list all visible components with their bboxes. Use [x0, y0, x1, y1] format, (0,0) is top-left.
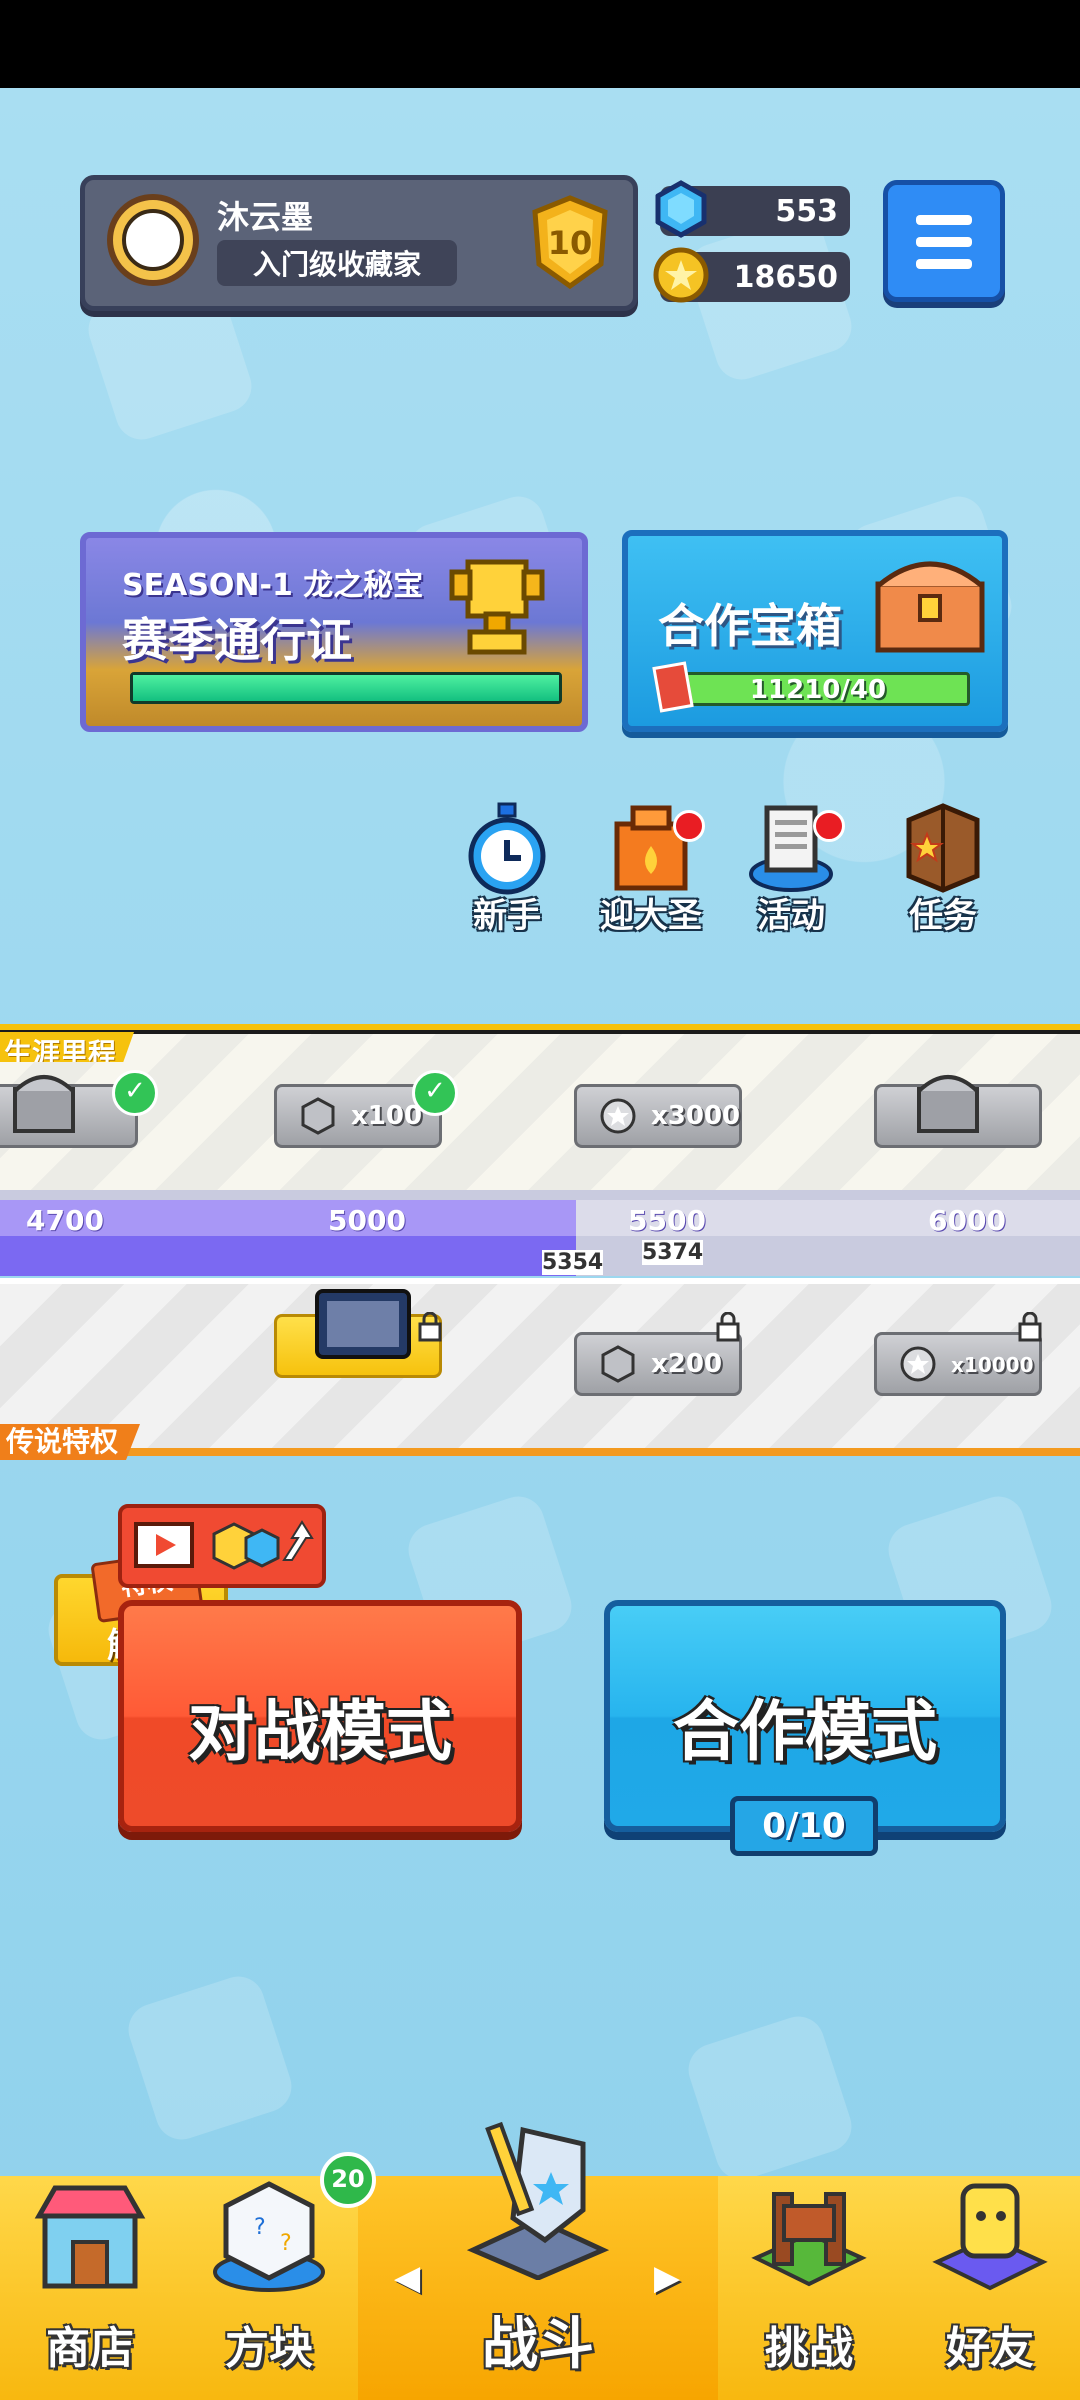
coin-count: 18650 [733, 260, 838, 295]
ad-reward-button[interactable] [118, 1504, 326, 1588]
career-label: 生涯里程 [0, 1032, 135, 1062]
coop-mode-button[interactable]: 合作模式 0/10 [604, 1600, 1006, 1856]
nav-blocks[interactable]: ? ? 方块 [180, 2176, 361, 2400]
coin-icon [600, 1098, 636, 1134]
lock-icon [418, 1312, 442, 1342]
season-label: SEASON-1 龙之秘宝 [122, 568, 424, 603]
chest-icon [875, 561, 985, 653]
card-icon [652, 661, 694, 713]
dice-block-icon: ? ? [213, 2181, 325, 2292]
scale-tick: 4700 [26, 1204, 104, 1237]
svg-text:10: 10 [548, 224, 593, 262]
career-free-rewards-row: 生涯里程 ✓ x100 ✓ x3000 [0, 1024, 1080, 1196]
status-bar [0, 0, 1080, 88]
video-ad-icon [134, 1520, 314, 1570]
friends-icon [932, 2183, 1048, 2291]
trophy-icon [449, 559, 545, 655]
scale-tick: 5000 [328, 1204, 406, 1237]
lock-icon [716, 1312, 740, 1342]
svg-text:?: ? [254, 2215, 266, 2240]
next-score: 5374 [642, 1240, 704, 1265]
nav-label: 挑战 [765, 2323, 853, 2374]
claimed-check-icon: ✓ [412, 1070, 458, 1116]
nav-label: 好友 [946, 2323, 1034, 2374]
nav-shop[interactable]: 商店 [0, 2176, 183, 2400]
coin-icon [653, 247, 709, 303]
coop-progress-text: 11210/40 [749, 675, 887, 705]
nav-label: 商店 [46, 2323, 134, 2374]
reward-amount: x200 [651, 1349, 723, 1379]
quick-icon-activity[interactable]: 活动 [736, 800, 846, 937]
player-name: 沐云墨 [217, 198, 314, 236]
board-icon [315, 1289, 411, 1359]
nav-label: 方块 [225, 2323, 313, 2374]
gem-count: 553 [775, 194, 838, 229]
avatar [107, 194, 199, 286]
nav-challenge[interactable]: 挑战 [718, 2176, 903, 2400]
season-progress-bar [130, 672, 562, 704]
task-book-icon [906, 803, 980, 893]
notification-dot [813, 810, 845, 842]
blocks-badge: 20 [320, 2152, 376, 2208]
claimed-check-icon: ✓ [112, 1070, 158, 1116]
coop-mode-count: 0/10 [730, 1796, 878, 1856]
menu-button[interactable] [883, 180, 1005, 302]
lock-icon [1018, 1312, 1042, 1342]
reward-coins-3000[interactable]: x3000 [574, 1084, 742, 1148]
stopwatch-icon [468, 802, 546, 895]
coop-mode-label: 合作模式 [673, 1693, 937, 1770]
pvp-mode-label: 对战模式 [188, 1693, 452, 1770]
career-premium-rewards-row: 特权 解锁 x200 x10 [0, 1278, 1080, 1666]
notification-dot [673, 810, 705, 842]
coop-chest-title: 合作宝箱 [658, 599, 842, 653]
chest-icon [917, 1075, 979, 1133]
player-title: 入门级收藏家 [217, 240, 457, 286]
scale-tick: 5500 [628, 1204, 706, 1237]
rank-badge-icon: 10 [532, 195, 608, 290]
career-progress-scale: 4700 5000 5500 6000 [0, 1190, 1080, 1276]
nav-left-arrow-icon[interactable]: ◀ [394, 2258, 420, 2298]
reward-amount: x3000 [651, 1101, 741, 1131]
diamond-gem-icon [301, 1097, 335, 1135]
season-pass-card[interactable]: SEASON-1 龙之秘宝 赛季通行证 [80, 532, 588, 732]
career-track[interactable]: 生涯里程 ✓ x100 ✓ x3000 4700 5000 5500 6000 … [0, 1016, 1080, 1666]
quick-icon-tasks[interactable]: 任务 [888, 800, 998, 937]
pvp-mode-button[interactable]: 对战模式 [118, 1600, 522, 1832]
svg-text:?: ? [280, 2231, 292, 2256]
season-pass-title: 赛季通行证 [122, 613, 352, 667]
coop-chest-card[interactable]: 合作宝箱 11210/40 [622, 530, 1008, 732]
quick-icon-newbie[interactable]: 新手 [452, 800, 562, 937]
reward-chest-locked[interactable] [874, 1075, 1042, 1148]
battle-shield-icon [466, 2121, 610, 2280]
shop-icon [34, 2185, 146, 2289]
quick-icon-event[interactable]: 迎大圣 [596, 800, 706, 937]
scale-tick: 6000 [928, 1204, 1006, 1237]
gem-counter[interactable]: 553 [655, 180, 850, 238]
challenge-board-icon [751, 2192, 867, 2287]
coin-icon [900, 1346, 936, 1382]
diamond-gem-icon [601, 1345, 635, 1383]
reward-amount: x10000 [951, 1353, 1034, 1377]
current-score: 5354 [542, 1250, 604, 1275]
blue-gem-icon [655, 180, 707, 238]
nav-label: 战斗 [482, 2312, 594, 2377]
premium-label: 传说特权 [0, 1424, 141, 1460]
player-profile-card[interactable]: 沐云墨 入门级收藏家 10 [80, 175, 638, 311]
coin-counter[interactable]: 18650 [653, 247, 850, 303]
bottom-navigation: 商店 ? ? 方块 战斗 挑战 好友 [0, 2121, 1080, 2400]
chest-icon [13, 1075, 75, 1133]
nav-right-arrow-icon[interactable]: ▶ [654, 2258, 680, 2298]
reward-amount: x100 [351, 1101, 423, 1131]
coop-progress-bar: 11210/40 [666, 672, 970, 706]
nav-friends[interactable]: 好友 [900, 2176, 1080, 2400]
